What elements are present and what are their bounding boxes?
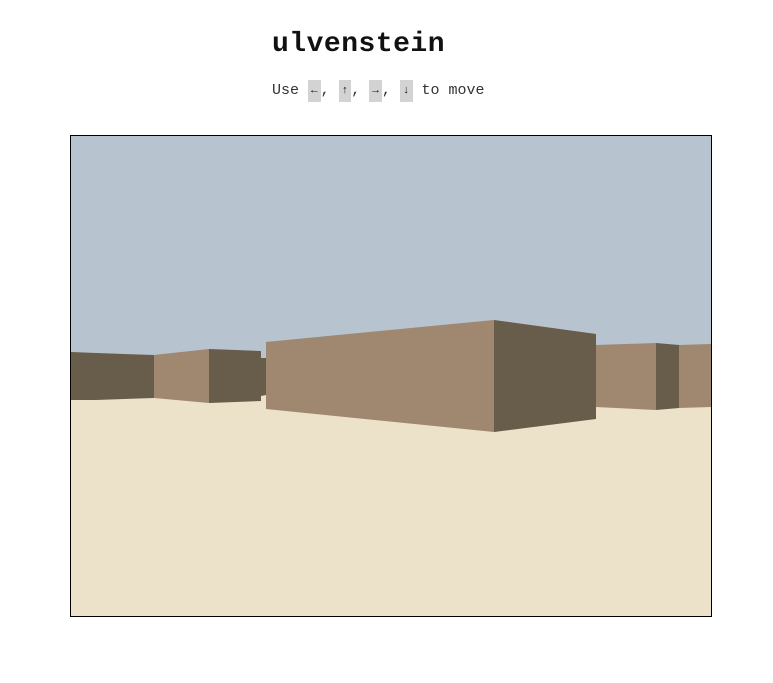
instructions-prefix: Use — [272, 82, 309, 99]
wall-segment-light — [679, 344, 711, 408]
down-arrow-key: ↓ — [399, 80, 413, 102]
wall-segment-dark — [209, 349, 266, 403]
movement-instructions: Use ←, ↑, →, ↓ to move — [272, 80, 485, 102]
game-title: ulvenstein — [272, 29, 446, 60]
left-arrow-key: ← — [308, 80, 321, 102]
wall-segment-light — [154, 349, 209, 403]
instructions-separator: , — [351, 82, 370, 99]
up-arrow-key: ↑ — [338, 80, 352, 102]
wall-segment-light — [596, 343, 656, 410]
right-arrow-key: → — [369, 80, 382, 102]
instructions-separator: , — [320, 82, 339, 99]
instructions-separator: , — [381, 82, 400, 99]
wall-segment-dark — [494, 320, 596, 432]
wall-segment-dark — [656, 343, 679, 410]
raycast-scene — [71, 136, 711, 616]
game-viewport[interactable] — [70, 135, 712, 617]
instructions-suffix: to move — [412, 82, 485, 99]
wall-segment-dark — [71, 352, 154, 400]
